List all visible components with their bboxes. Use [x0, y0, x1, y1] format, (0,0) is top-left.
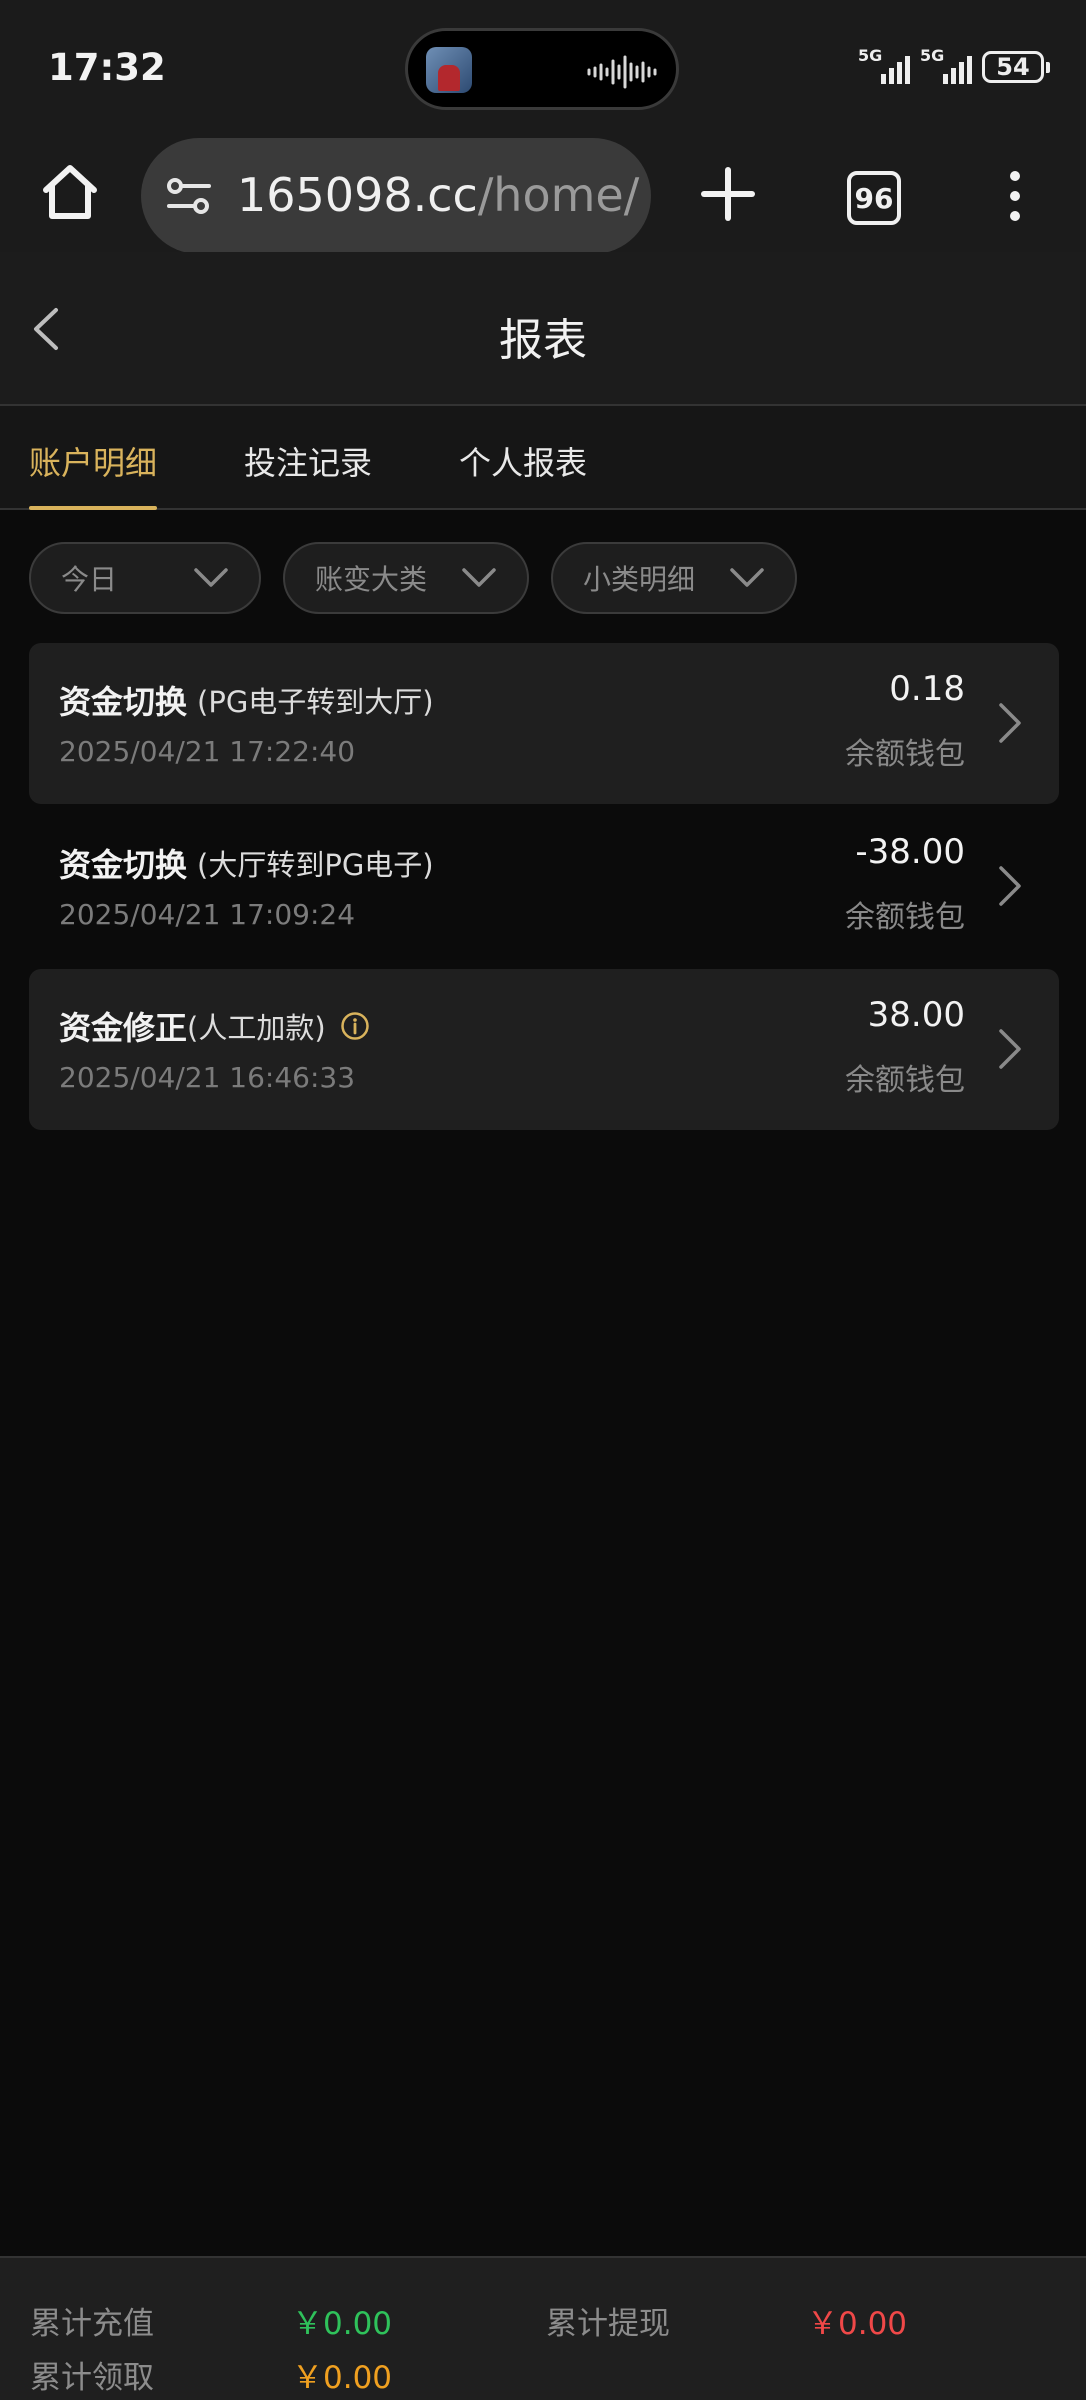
record-amount: -38.00 [855, 832, 965, 872]
record-title: 资金切换 (PG电子转到大厅) [59, 677, 434, 723]
list-item[interactable]: 资金切换 (PG电子转到大厅) 2025/04/21 17:22:40 0.18… [29, 643, 1059, 804]
chevron-right-icon [999, 703, 1021, 743]
tab-label: 个人报表 [459, 444, 588, 482]
summary-footer: 累计充值 ￥0.00 累计提现 ￥0.00 累计领取 ￥0.00 [0, 2256, 1086, 2400]
tab-count: 96 [854, 181, 894, 215]
chevron-down-icon [462, 568, 496, 587]
record-type: 资金修正 [59, 1009, 188, 1047]
record-wallet: 余额钱包 [845, 900, 965, 935]
url-path: /home/ [477, 168, 640, 222]
active-tab-indicator [29, 506, 158, 510]
dynamic-island [405, 28, 679, 110]
filter-label: 今日 [61, 563, 118, 596]
chevron-right-icon [999, 1029, 1021, 1069]
audio-wave-icon [587, 55, 657, 89]
tab-label: 账户明细 [29, 444, 158, 482]
tab-switcher-button[interactable]: 96 [847, 171, 901, 225]
record-date: 2025/04/21 16:46:33 [59, 1061, 356, 1094]
record-wallet: 余额钱包 [845, 737, 965, 772]
record-amount: 0.18 [889, 669, 965, 709]
signal-icon: 5G [920, 46, 972, 86]
new-tab-icon[interactable] [700, 166, 756, 222]
page-title: 报表 [499, 315, 587, 366]
site-settings-icon[interactable] [165, 172, 213, 220]
recharge-value: ￥0.00 [292, 2306, 393, 2342]
address-bar[interactable]: 165098.cc/home/ [141, 138, 651, 254]
filter-label: 账变大类 [315, 563, 428, 596]
record-date: 2025/04/21 17:09:24 [59, 898, 356, 931]
music-album-icon [426, 47, 472, 93]
list-item[interactable]: 资金切换 (大厅转到PG电子) 2025/04/21 17:09:24 -38.… [29, 806, 1059, 967]
url-text[interactable]: 165098.cc/home/ [237, 168, 639, 222]
chevron-down-icon [730, 568, 764, 587]
tab-bet-records[interactable]: 投注记录 [244, 438, 372, 510]
filter-bar: 今日 账变大类 小类明细 [29, 542, 797, 614]
record-title: 资金修正 (人工加款) [59, 1003, 370, 1049]
record-date: 2025/04/21 17:22:40 [59, 735, 356, 768]
record-wallet: 余额钱包 [845, 1063, 965, 1098]
battery-level: 54 [996, 53, 1030, 81]
status-time: 17:32 [48, 46, 166, 89]
recharge-label: 累计充值 [30, 2306, 154, 2342]
filter-category-dropdown[interactable]: 账变大类 [283, 542, 529, 614]
record-title: 资金切换 (大厅转到PG电子) [59, 840, 434, 886]
signal-icon: 5G [858, 46, 910, 86]
info-icon[interactable] [340, 1011, 370, 1041]
page-header: 报表 [0, 252, 1086, 406]
battery-icon: 54 [982, 51, 1050, 83]
record-type: 资金切换 [59, 846, 188, 884]
tab-label: 投注记录 [244, 444, 373, 482]
filter-date-dropdown[interactable]: 今日 [29, 542, 261, 614]
tab-personal-report[interactable]: 个人报表 [459, 438, 587, 510]
home-icon[interactable] [38, 160, 102, 224]
status-bar: 17:32 5G 5G 54 [0, 0, 1086, 138]
filter-subcategory-dropdown[interactable]: 小类明细 [551, 542, 797, 614]
claim-label: 累计领取 [30, 2360, 154, 2396]
record-detail: (PG电子转到大厅) [197, 685, 434, 719]
browser-toolbar: 165098.cc/home/ 96 [0, 138, 1086, 254]
claim-value: ￥0.00 [292, 2360, 393, 2396]
list-item[interactable]: 资金修正 (人工加款) 2025/04/21 16:46:33 38.00 余额… [29, 969, 1059, 1130]
filter-label: 小类明细 [583, 563, 696, 596]
chevron-down-icon [194, 568, 228, 587]
tab-account-details[interactable]: 账户明细 [29, 438, 158, 510]
withdraw-value: ￥0.00 [807, 2306, 908, 2342]
url-host: 165098.cc [237, 168, 478, 222]
record-detail: (大厅转到PG电子) [197, 848, 434, 882]
record-type: 资金切换 [59, 683, 188, 721]
record-detail: (人工加款) [187, 1011, 326, 1045]
record-amount: 38.00 [867, 995, 965, 1035]
withdraw-label: 累计提现 [546, 2306, 670, 2342]
chevron-right-icon [999, 866, 1021, 906]
more-menu-icon[interactable] [1000, 168, 1030, 224]
tab-bar: 账户明细 投注记录 个人报表 [0, 406, 1086, 510]
